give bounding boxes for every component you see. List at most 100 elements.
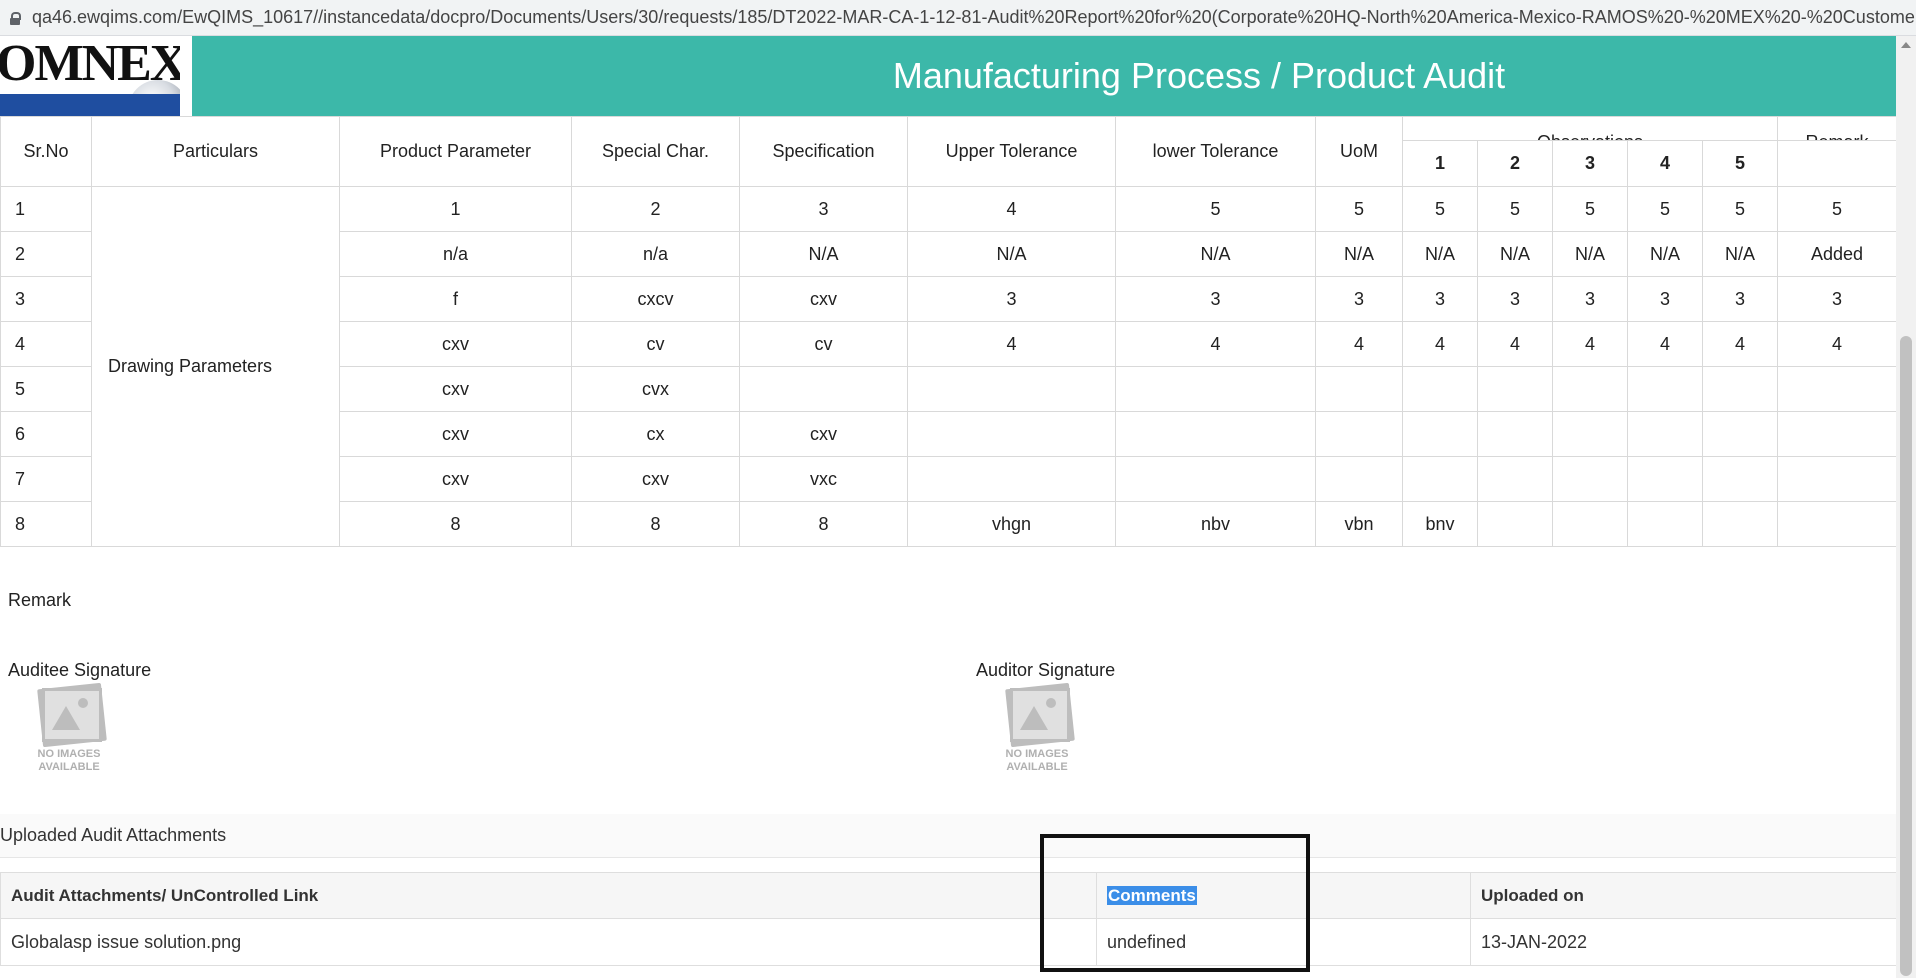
vertical-scrollbar[interactable] [1896, 36, 1916, 978]
col-lower-tolerance: lower Tolerance [1115, 116, 1316, 187]
cell-sc: cxv [571, 456, 740, 502]
logo-text: OMNEX [0, 36, 180, 92]
col-sr-no: Sr.No [0, 116, 92, 187]
cell-sc: n/a [571, 231, 740, 277]
col-observations: Observations [1401, 116, 1779, 141]
cell-o2: N/A [1477, 231, 1553, 277]
cell-sc: 8 [571, 501, 740, 547]
cell-lt: N/A [1115, 231, 1316, 277]
cell-pp: cxv [339, 321, 572, 367]
cell-ut: 4 [907, 321, 1116, 367]
cell-sr-no: 3 [0, 276, 92, 322]
cell-o4 [1627, 456, 1703, 502]
cell-sc: cxcv [571, 276, 740, 322]
col-obs-1: 1 [1402, 140, 1478, 187]
cell-o2 [1477, 456, 1553, 502]
parameters-table: Sr.No Particulars Product Parameter Spec… [0, 116, 1898, 547]
cell-o3 [1552, 366, 1628, 412]
cell-pp: 8 [339, 501, 572, 547]
cell-o2 [1477, 411, 1553, 457]
mountain-icon [52, 706, 80, 730]
col-specification: Specification [739, 116, 908, 187]
cell-pp: n/a [339, 231, 572, 277]
attachment-date: 13-JAN-2022 [1470, 918, 1897, 966]
cell-remark [1777, 456, 1898, 502]
cell-o4 [1627, 411, 1703, 457]
col-remark-blank [1777, 140, 1898, 187]
cell-o5: 4 [1701, 321, 1779, 367]
no-image-line1: NO IMAGES [37, 748, 101, 760]
cell-sr-no: 1 [0, 186, 92, 232]
cell-pp: cxv [339, 411, 572, 457]
cell-o4: N/A [1627, 231, 1703, 277]
cell-uom: 4 [1315, 321, 1403, 367]
auditor-no-image: NO IMAGES AVAILABLE [1000, 682, 1075, 784]
cell-o5 [1701, 411, 1779, 457]
cell-o1: N/A [1402, 231, 1478, 277]
cell-o4: 4 [1627, 321, 1703, 367]
cell-sr-no: 4 [0, 321, 92, 367]
cell-o1: 3 [1402, 276, 1478, 322]
cell-uom: 3 [1315, 276, 1403, 322]
col-uploaded-on: Uploaded on [1470, 872, 1897, 919]
col-obs-5: 5 [1701, 140, 1779, 187]
cell-sc: cv [571, 321, 740, 367]
url-text[interactable]: qa46.ewqims.com/EwQIMS_10617//instanceda… [32, 7, 1916, 28]
no-image-line2: AVAILABLE [38, 761, 100, 773]
col-uom: UoM [1315, 116, 1403, 187]
no-image-line2: AVAILABLE [1006, 761, 1068, 773]
col-obs-3: 3 [1552, 140, 1628, 187]
mountain-icon [1020, 706, 1048, 730]
uploaded-attachments-bar: Uploaded Audit Attachments [0, 814, 1896, 858]
cell-o2 [1477, 366, 1553, 412]
cell-spec: cxv [739, 276, 908, 322]
col-attachment-link: Audit Attachments/ UnControlled Link [0, 872, 1097, 919]
cell-sc: cx [571, 411, 740, 457]
cell-lt: 3 [1115, 276, 1316, 322]
cell-o5: N/A [1701, 231, 1779, 277]
cell-o3: N/A [1552, 231, 1628, 277]
cell-o1: bnv [1402, 501, 1478, 547]
col-upper-tolerance: Upper Tolerance [907, 116, 1116, 187]
logo-bar [0, 94, 180, 116]
col-obs-4: 4 [1627, 140, 1703, 187]
scrollbar-thumb[interactable] [1900, 336, 1912, 976]
cell-ut [907, 456, 1116, 502]
cell-o1 [1402, 456, 1478, 502]
cell-o4: 5 [1627, 186, 1703, 232]
cell-ut [907, 411, 1116, 457]
scroll-up-arrow-icon[interactable] [1901, 42, 1911, 48]
cell-sr-no: 6 [0, 411, 92, 457]
address-bar[interactable]: qa46.ewqims.com/EwQIMS_10617//instanceda… [0, 0, 1916, 36]
cell-spec [739, 366, 908, 412]
remark-col-label: Remark [1806, 132, 1869, 140]
cell-o4 [1627, 501, 1703, 547]
cell-lt: 5 [1115, 186, 1316, 232]
cell-o5 [1701, 501, 1779, 547]
cell-o4: 3 [1627, 276, 1703, 322]
cell-remark [1777, 501, 1898, 547]
cell-ut: 3 [907, 276, 1116, 322]
attachment-file-link[interactable]: Globalasp issue solution.png [0, 918, 1097, 966]
cell-uom: vbn [1315, 501, 1403, 547]
cell-spec: 8 [739, 501, 908, 547]
cell-uom: 5 [1315, 186, 1403, 232]
page-title: Manufacturing Process / Product Audit [892, 55, 1506, 96]
observations-label: Observations [1537, 132, 1643, 140]
attachments-table: Audit Attachments/ UnControlled Link Com… [0, 872, 1897, 966]
sun-icon [1046, 698, 1056, 708]
cell-o5: 3 [1701, 276, 1779, 322]
cell-ut: N/A [907, 231, 1116, 277]
auditee-signature-label: Auditee Signature [8, 660, 152, 680]
page-header: OMNEX Manufacturing Process / Product Au… [0, 36, 1896, 116]
cell-particulars: Drawing Parameters [91, 186, 340, 547]
cell-lt [1115, 411, 1316, 457]
col-obs-2: 2 [1477, 140, 1553, 187]
cell-o3: 5 [1552, 186, 1628, 232]
no-image-caption: NO IMAGES AVAILABLE [1000, 748, 1074, 774]
no-image-caption: NO IMAGES AVAILABLE [32, 748, 106, 774]
cell-spec: N/A [739, 231, 908, 277]
auditee-no-image: NO IMAGES AVAILABLE [32, 682, 107, 784]
cell-spec: cv [739, 321, 908, 367]
cell-o1 [1402, 411, 1478, 457]
